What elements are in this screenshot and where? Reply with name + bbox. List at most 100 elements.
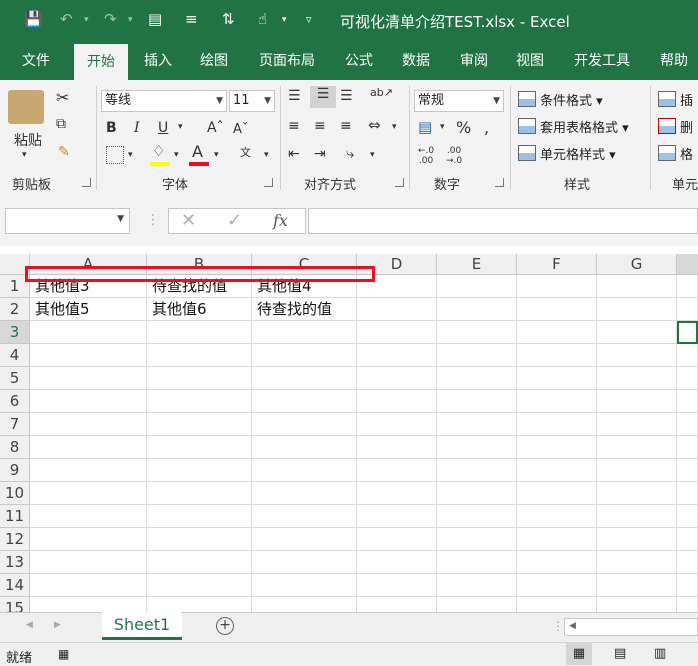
tab-developer[interactable]: 开发工具 — [562, 42, 642, 80]
percent-icon[interactable]: % — [456, 118, 471, 137]
chevron-down-icon[interactable]: ▼ — [117, 214, 124, 224]
column-header-g[interactable]: G — [597, 254, 677, 275]
cell-h8[interactable] — [677, 436, 698, 459]
cell-a7[interactable] — [30, 413, 147, 436]
cell-e7[interactable] — [437, 413, 517, 436]
tab-page-layout[interactable]: 页面布局 — [248, 42, 326, 80]
cell-c5[interactable] — [252, 367, 357, 390]
add-sheet-icon[interactable]: + — [216, 617, 234, 635]
page-break-view-icon[interactable]: ▥ — [654, 646, 666, 661]
cell-e1[interactable] — [437, 275, 517, 298]
tab-home[interactable]: 开始 — [74, 44, 128, 80]
tab-help[interactable]: 帮助 — [650, 42, 698, 80]
format-cells-button[interactable]: 格 — [658, 144, 693, 163]
cell-b2[interactable]: 其他值6 — [147, 298, 252, 321]
cell-e5[interactable] — [437, 367, 517, 390]
row-header-3[interactable]: 3 — [0, 321, 30, 344]
cell-e9[interactable] — [437, 459, 517, 482]
cell-c9[interactable] — [252, 459, 357, 482]
cell-c15[interactable] — [252, 597, 357, 612]
cell-h11[interactable] — [677, 505, 698, 528]
font-color-dropdown-icon[interactable]: ▾ — [214, 150, 219, 160]
cell-h12[interactable] — [677, 528, 698, 551]
insert-cells-button[interactable]: 插 — [658, 90, 693, 109]
cell-h6[interactable] — [677, 390, 698, 413]
row-header-15[interactable]: 15 — [0, 597, 30, 612]
tab-draw[interactable]: 绘图 — [188, 42, 240, 80]
cancel-icon[interactable]: ✕ — [181, 210, 196, 231]
tab-view[interactable]: 视图 — [504, 42, 556, 80]
cell-b11[interactable] — [147, 505, 252, 528]
row-header-12[interactable]: 12 — [0, 528, 30, 551]
cell-e12[interactable] — [437, 528, 517, 551]
cell-e2[interactable] — [437, 298, 517, 321]
cell-a4[interactable] — [30, 344, 147, 367]
borders-dropdown-icon[interactable]: ▾ — [128, 150, 133, 160]
cell-d4[interactable] — [357, 344, 437, 367]
insert-function-icon[interactable]: fx — [273, 211, 288, 230]
customize-qat-icon[interactable]: ▿ — [306, 13, 312, 26]
undo-dropdown-icon[interactable]: ▾ — [84, 15, 89, 25]
cell-f7[interactable] — [517, 413, 597, 436]
align-left-text-icon[interactable]: ≡ — [288, 118, 300, 134]
cell-g7[interactable] — [597, 413, 677, 436]
cell-f12[interactable] — [517, 528, 597, 551]
cell-g15[interactable] — [597, 597, 677, 612]
tab-data[interactable]: 数据 — [390, 42, 442, 80]
format-as-table-button[interactable]: 套用表格格式 ▾ — [518, 117, 629, 136]
cell-b4[interactable] — [147, 344, 252, 367]
cell-g8[interactable] — [597, 436, 677, 459]
cell-a2[interactable]: 其他值5 — [30, 298, 147, 321]
cell-b6[interactable] — [147, 390, 252, 413]
copy-icon[interactable]: ⧉ — [56, 116, 66, 132]
tab-insert[interactable]: 插入 — [132, 42, 184, 80]
redo-dropdown-icon[interactable]: ▾ — [128, 15, 133, 25]
cell-g6[interactable] — [597, 390, 677, 413]
clipboard-launcher-icon[interactable] — [82, 178, 91, 187]
align-center-icon[interactable]: ≡ — [314, 118, 326, 134]
cell-h1[interactable] — [677, 275, 698, 298]
align-top-icon[interactable]: ☰ — [288, 88, 301, 104]
cell-e6[interactable] — [437, 390, 517, 413]
cell-e14[interactable] — [437, 574, 517, 597]
format-painter-icon[interactable]: ✎ — [58, 144, 70, 160]
cell-e3[interactable] — [437, 321, 517, 344]
cell-c11[interactable] — [252, 505, 357, 528]
font-color-icon[interactable]: A — [192, 142, 203, 161]
cell-e8[interactable] — [437, 436, 517, 459]
increase-indent-icon[interactable]: ⇥ — [314, 146, 326, 162]
cell-f1[interactable] — [517, 275, 597, 298]
cell-a11[interactable] — [30, 505, 147, 528]
comma-style-icon[interactable]: , — [484, 118, 489, 137]
cell-g14[interactable] — [597, 574, 677, 597]
scroll-left-icon[interactable]: ◀ — [569, 621, 576, 631]
cell-e10[interactable] — [437, 482, 517, 505]
cell-h15[interactable] — [677, 597, 698, 612]
cell-g1[interactable] — [597, 275, 677, 298]
cell-f11[interactable] — [517, 505, 597, 528]
phonetic-dropdown-icon[interactable]: ▾ — [264, 150, 269, 160]
alignment-launcher-icon[interactable] — [395, 178, 404, 187]
cell-e4[interactable] — [437, 344, 517, 367]
cell-a5[interactable] — [30, 367, 147, 390]
cell-d5[interactable] — [357, 367, 437, 390]
cell-d7[interactable] — [357, 413, 437, 436]
name-box[interactable]: ▼ — [5, 208, 130, 234]
cell-c14[interactable] — [252, 574, 357, 597]
cell-d14[interactable] — [357, 574, 437, 597]
underline-icon[interactable]: U — [158, 120, 168, 136]
cell-f5[interactable] — [517, 367, 597, 390]
cell-b10[interactable] — [147, 482, 252, 505]
cell-f4[interactable] — [517, 344, 597, 367]
cell-e15[interactable] — [437, 597, 517, 612]
cell-h3[interactable] — [677, 321, 698, 344]
increase-font-icon[interactable]: Aˆ — [207, 120, 224, 136]
column-header-h[interactable] — [677, 254, 698, 275]
fill-color-dropdown-icon[interactable]: ▾ — [174, 150, 179, 160]
cell-g11[interactable] — [597, 505, 677, 528]
enter-icon[interactable]: ✓ — [227, 210, 242, 231]
row-header-14[interactable]: 14 — [0, 574, 30, 597]
accounting-format-icon[interactable]: ▤ — [418, 118, 432, 136]
cell-f13[interactable] — [517, 551, 597, 574]
text-direction-icon[interactable]: ab↗ — [370, 86, 393, 99]
